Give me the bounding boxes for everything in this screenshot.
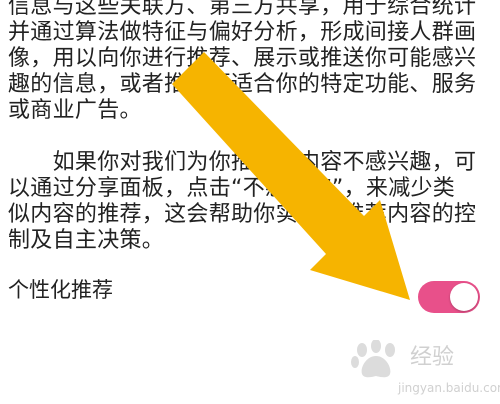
paragraph-line: 如果你对我们为你推荐的内容不感兴趣，可	[8, 150, 477, 175]
paragraph-line: 并通过算法做特征与偏好分析，形成间接人群画	[8, 20, 477, 45]
personalized-recommendation-row: 个性化推荐	[8, 276, 492, 313]
watermark-url: jingyan.baidu.com	[398, 381, 500, 395]
paragraph-line: 信息与这些关联方、第三方共享，用于综合统计	[8, 0, 477, 19]
watermark-text: 经验	[410, 345, 455, 370]
baidu-jingyan-watermark: 经验 jingyan.baidu.com	[348, 338, 500, 404]
paragraph-line: 像，用以向你进行推荐、展示或推送你可能感兴	[8, 46, 477, 71]
paragraph-line: 趣的信息，或者推送更适合你的特定功能、服务	[8, 72, 477, 97]
paragraph-line: 或商业广告。	[8, 98, 142, 123]
personalized-recommendation-label: 个性化推荐	[8, 278, 113, 302]
toggle-knob	[450, 283, 478, 311]
paragraph-line: 制及自主决策。	[8, 228, 165, 253]
paragraph-line: 以通过分享面板，点击“不感兴趣”，来减少类	[8, 176, 456, 201]
baidu-paw-logo-icon	[351, 340, 395, 378]
paragraph-line: 似内容的推荐，这会帮助你实现对推荐内容的控	[8, 202, 477, 227]
personalized-recommendation-toggle[interactable]	[418, 281, 480, 313]
